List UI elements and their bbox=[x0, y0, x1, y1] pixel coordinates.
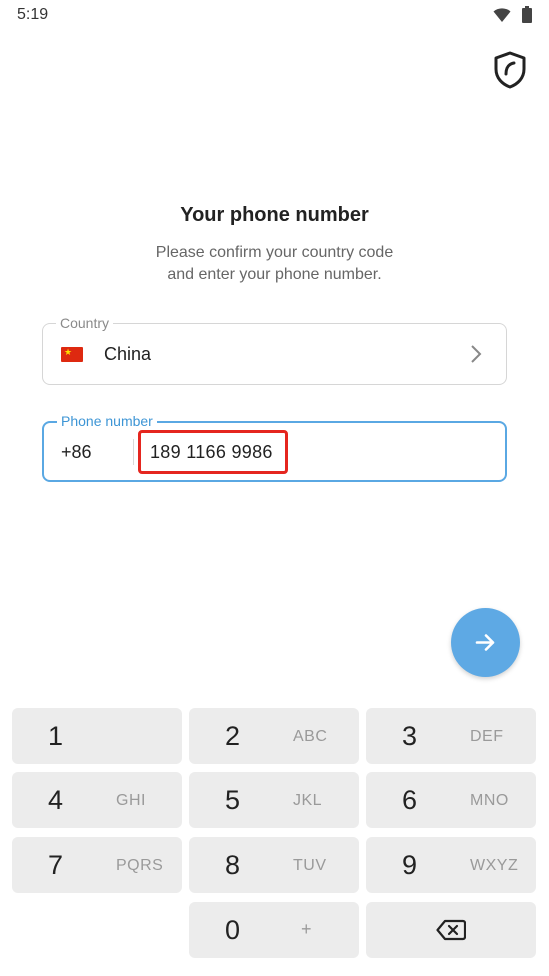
china-flag-icon: ★ bbox=[61, 347, 83, 362]
key-letters: WXYZ bbox=[470, 857, 519, 874]
backspace-key[interactable] bbox=[366, 902, 536, 958]
key-9[interactable]: 9 WXYZ bbox=[366, 837, 536, 893]
shield-icon[interactable] bbox=[492, 50, 528, 90]
key-letters: ABC bbox=[293, 728, 328, 745]
key-digit: 2 bbox=[225, 721, 241, 751]
flag-star: ★ bbox=[64, 347, 73, 357]
numeric-keypad: 1 2 ABC 3 DEF 4 GHI 5 JKL 6 MNO 7 PQRS 8… bbox=[0, 698, 549, 976]
backspace-icon bbox=[436, 919, 467, 946]
key-5[interactable]: 5 JKL bbox=[189, 772, 359, 828]
key-digit: 1 bbox=[48, 721, 64, 751]
page-title: Your phone number bbox=[180, 204, 369, 226]
page-subtitle: Please confirm your country code and ent… bbox=[0, 242, 549, 286]
key-digit: 8 bbox=[225, 850, 241, 880]
country-selector[interactable]: Country ★ China bbox=[42, 315, 507, 385]
subtitle-line-2: and enter your phone number. bbox=[167, 266, 382, 283]
key-letters: PQRS bbox=[116, 857, 164, 874]
key-digit: 3 bbox=[402, 721, 418, 751]
key-digit: 5 bbox=[225, 785, 241, 815]
key-digit: 0 bbox=[225, 915, 241, 945]
country-name: China bbox=[104, 344, 152, 364]
phone-number-highlight bbox=[138, 430, 288, 474]
field-divider bbox=[133, 439, 134, 465]
key-letters: DEF bbox=[470, 728, 504, 745]
key-letters: MNO bbox=[470, 792, 509, 809]
key-letters: JKL bbox=[293, 792, 323, 809]
next-button[interactable] bbox=[451, 608, 520, 677]
key-0[interactable]: 0 + bbox=[189, 902, 359, 958]
key-digit: 7 bbox=[48, 850, 64, 880]
country-label: Country bbox=[56, 315, 114, 331]
key-6[interactable]: 6 MNO bbox=[366, 772, 536, 828]
key-letters: + bbox=[301, 919, 313, 939]
key-digit: 6 bbox=[402, 785, 418, 815]
phone-label: Phone number bbox=[57, 413, 157, 429]
key-letters: GHI bbox=[116, 792, 146, 809]
key-8[interactable]: 8 TUV bbox=[189, 837, 359, 893]
key-digit: 4 bbox=[48, 785, 64, 815]
status-time: 5:19 bbox=[17, 6, 49, 23]
arrow-right-icon bbox=[475, 634, 495, 651]
key-7[interactable]: 7 PQRS bbox=[12, 837, 182, 893]
chevron-right-icon bbox=[469, 344, 483, 369]
key-4[interactable]: 4 GHI bbox=[12, 772, 182, 828]
country-code-input[interactable]: +86 bbox=[61, 442, 92, 463]
status-bar: 5:19 bbox=[0, 0, 549, 32]
wifi-icon bbox=[493, 7, 511, 28]
key-letters: TUV bbox=[293, 857, 327, 874]
key-digit: 9 bbox=[402, 850, 418, 880]
key-3[interactable]: 3 DEF bbox=[366, 708, 536, 764]
subtitle-line-1: Please confirm your country code bbox=[155, 244, 394, 261]
key-1[interactable]: 1 bbox=[12, 708, 182, 764]
key-2[interactable]: 2 ABC bbox=[189, 708, 359, 764]
battery-icon bbox=[522, 6, 532, 28]
